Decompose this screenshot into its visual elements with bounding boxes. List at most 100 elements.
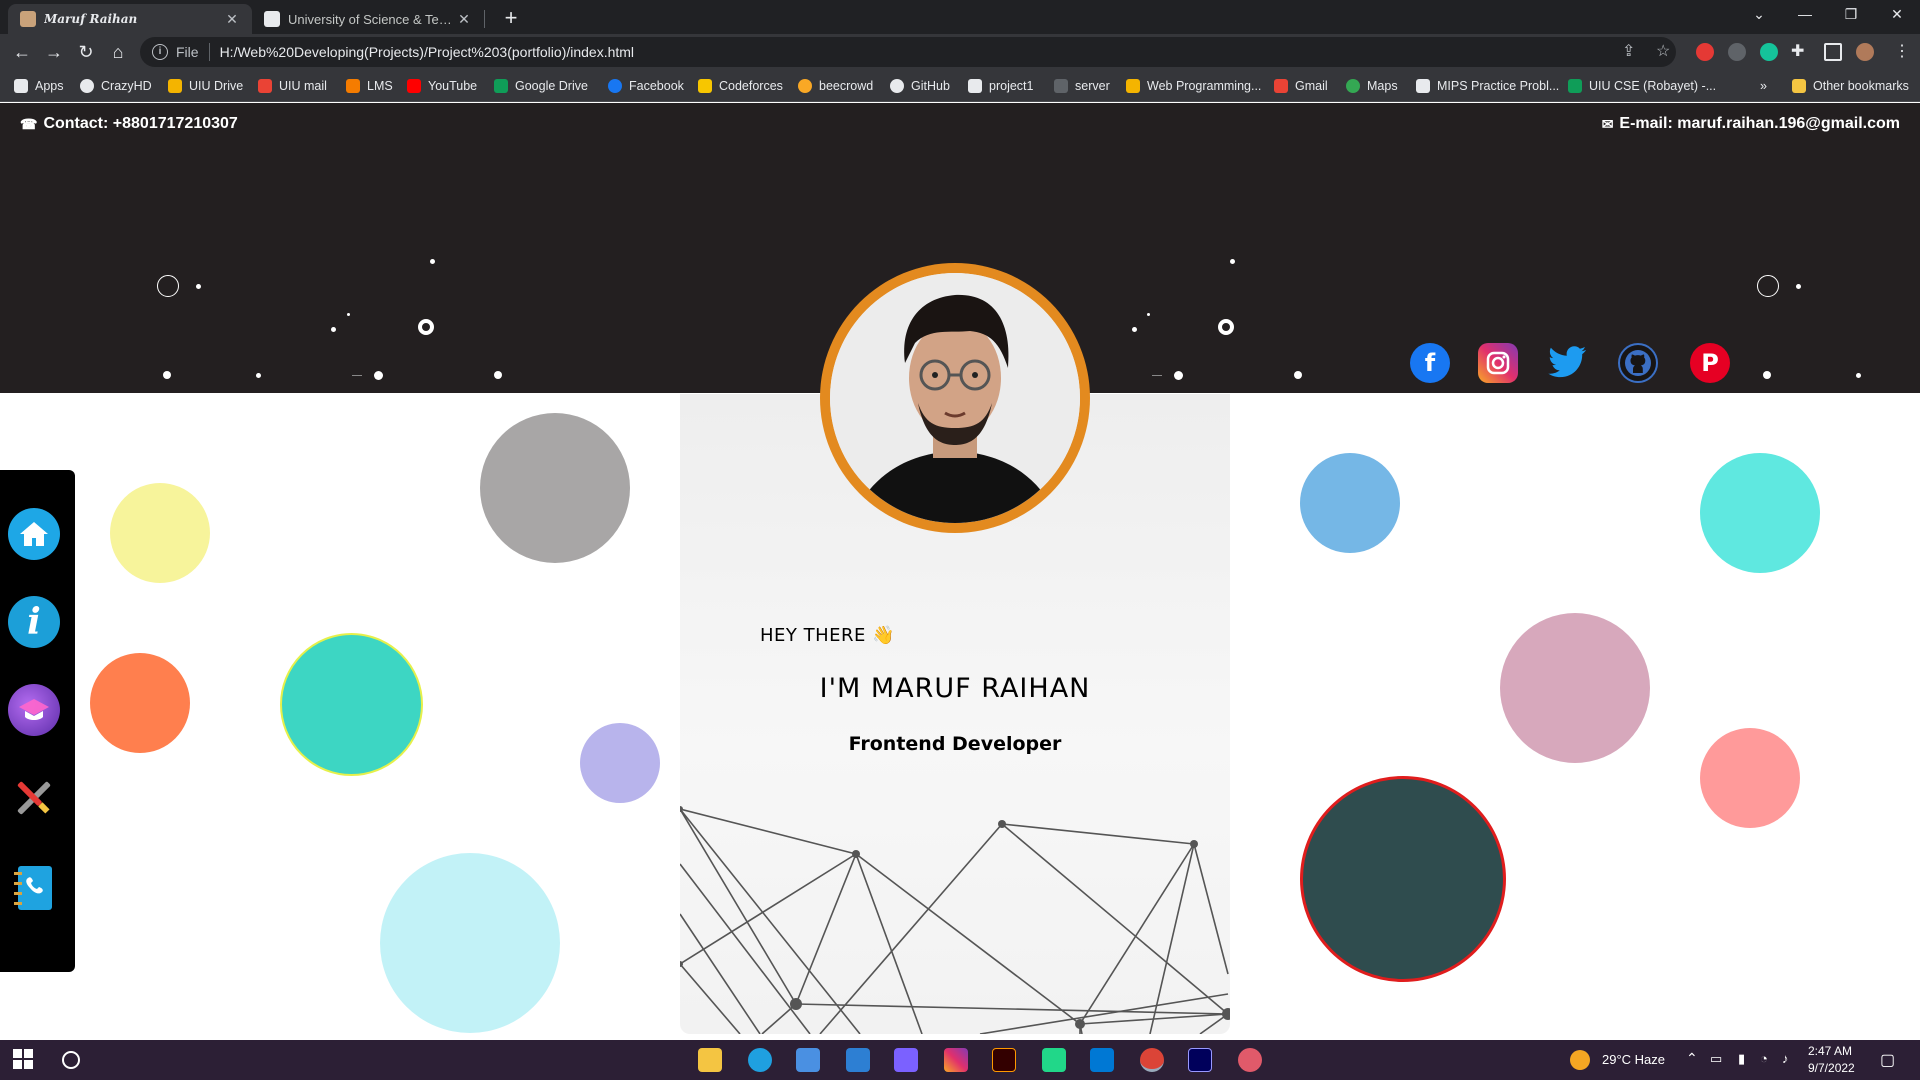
bookmark-codeforces[interactable]: Codeforces (698, 77, 783, 95)
pycharm-icon[interactable] (1042, 1048, 1066, 1072)
extension-pen-icon[interactable] (1728, 43, 1746, 61)
extension-red-icon[interactable] (1696, 43, 1714, 61)
bookmark-label: Facebook (629, 79, 684, 93)
bookmarks-overflow-button[interactable]: » (1760, 77, 1767, 95)
graduation-icon[interactable] (8, 684, 60, 736)
wifi-icon[interactable]: ◔ (1760, 1051, 1768, 1066)
notion-icon (1416, 79, 1430, 93)
lms-icon (346, 79, 360, 93)
tab-maruf-raihan[interactable]: Maruf Raihan ✕ (8, 4, 252, 34)
bookmark-youtube[interactable]: YouTube (407, 77, 477, 95)
close-tab-icon[interactable]: ✕ (456, 11, 472, 28)
side-panel-icon[interactable] (1824, 43, 1842, 61)
mail-app-icon[interactable] (846, 1048, 870, 1072)
bookmark-gmail[interactable]: Gmail (1274, 77, 1328, 95)
instagram-app-icon[interactable] (944, 1048, 968, 1072)
greeting-text: HEY THERE (760, 625, 866, 646)
clock-time[interactable]: 2:47 AM (1808, 1044, 1852, 1058)
grammarly-icon[interactable] (1760, 43, 1778, 61)
github-icon[interactable] (1618, 343, 1658, 383)
back-button[interactable]: ← (10, 40, 34, 64)
gmail-icon (1274, 79, 1288, 93)
bookmark-mips[interactable]: MIPS Practice Probl... (1416, 77, 1559, 95)
bookmark-label: YouTube (428, 79, 478, 93)
minimize-button[interactable]: — (1782, 0, 1828, 30)
server-icon (1054, 79, 1068, 93)
particle-ring (157, 275, 179, 297)
volume-icon[interactable]: ♪ (1782, 1051, 1789, 1066)
home-button[interactable]: ⌂ (106, 40, 130, 64)
bookmark-uiu-drive[interactable]: UIU Drive (168, 77, 243, 95)
bookmark-project1[interactable]: project1 (968, 77, 1033, 95)
profile-avatar[interactable] (1856, 43, 1874, 61)
menu-kebab-icon[interactable]: ⋮ (1894, 41, 1910, 61)
bookmark-apps[interactable]: Apps (14, 77, 64, 95)
bookmark-crazyhd[interactable]: CrazyHD (80, 77, 152, 95)
close-tab-icon[interactable]: ✕ (224, 11, 240, 28)
particle-dot (1763, 371, 1771, 379)
chrome-icon[interactable] (1140, 1048, 1164, 1072)
tab-university[interactable]: University of Science & Technolo ✕ (252, 4, 484, 34)
new-tab-button[interactable]: + (498, 6, 524, 32)
share-icon[interactable]: ⇪ (1622, 41, 1635, 61)
weather-text[interactable]: 29°C Haze (1602, 1052, 1665, 1067)
tray-chevron-icon[interactable]: ⌃ (1686, 1050, 1698, 1067)
facebook-icon[interactable]: f (1410, 343, 1450, 383)
weather-icon[interactable] (1570, 1050, 1590, 1070)
premiere-icon[interactable] (1188, 1048, 1212, 1072)
bookmark-star-icon[interactable]: ☆ (1656, 41, 1670, 61)
github-icon (890, 79, 904, 93)
bookmark-beecrowd[interactable]: beecrowd (798, 77, 873, 95)
bookmark-uiu-cse[interactable]: UIU CSE (Robayet) -... (1568, 77, 1716, 95)
extensions-puzzle-icon[interactable]: ✚ (1791, 41, 1804, 61)
address-bar[interactable]: i File H:/Web%20Developing(Projects)/Pro… (140, 37, 1676, 67)
bookmark-maps[interactable]: Maps (1346, 77, 1398, 95)
other-bookmarks[interactable]: Other bookmarks (1792, 77, 1909, 95)
bookmark-label: MIPS Practice Probl... (1437, 79, 1560, 93)
instagram-icon[interactable] (1478, 343, 1518, 383)
bookmark-google-drive[interactable]: Google Drive (494, 77, 588, 95)
portrait-illustration (830, 273, 1080, 523)
windows-taskbar: 29°C Haze ⌃ ▭ ▮ ◔ ♪ 2:47 AM 9/7/2022 ▢ (0, 1040, 1920, 1080)
app-icon[interactable] (1238, 1048, 1262, 1072)
reload-button[interactable]: ↻ (74, 40, 98, 64)
info-icon[interactable]: i (8, 596, 60, 648)
bookmark-server[interactable]: server (1054, 77, 1110, 95)
particle-dot (1230, 259, 1235, 264)
file-explorer-icon[interactable] (698, 1048, 722, 1072)
cortana-search-icon[interactable] (62, 1051, 80, 1069)
profile-photo (830, 273, 1080, 523)
site-info-icon[interactable]: i (152, 44, 168, 60)
bookmark-uiu-mail[interactable]: UIU mail (258, 77, 327, 95)
forward-button[interactable]: → (42, 40, 66, 64)
particle-dot (256, 373, 261, 378)
tools-icon[interactable] (8, 772, 60, 824)
bookmark-facebook[interactable]: Facebook (608, 77, 684, 95)
network-icon[interactable]: ▭ (1710, 1051, 1722, 1067)
decorative-bubble (1700, 728, 1800, 828)
contact-book-icon[interactable] (8, 862, 60, 914)
clock-date[interactable]: 9/7/2022 (1808, 1061, 1855, 1075)
restore-button[interactable]: ❐ (1828, 0, 1874, 30)
tab-search-chevron-icon[interactable]: ⌄ (1736, 0, 1782, 30)
store-icon[interactable] (796, 1048, 820, 1072)
notification-icon[interactable]: ▢ (1880, 1050, 1895, 1070)
profile-avatar (820, 263, 1090, 533)
edge-icon[interactable] (748, 1048, 772, 1072)
app-cube-icon[interactable] (894, 1048, 918, 1072)
email-info: ✉ E-mail: maruf.raihan.196@gmail.com (1602, 115, 1900, 133)
vscode-icon[interactable] (1090, 1048, 1114, 1072)
battery-icon[interactable]: ▮ (1738, 1051, 1745, 1067)
bookmark-github[interactable]: GitHub (890, 77, 950, 95)
bookmark-label: project1 (989, 79, 1034, 93)
particle-dash (1152, 375, 1162, 376)
gmail-icon (258, 79, 272, 93)
bookmark-lms[interactable]: LMS (346, 77, 393, 95)
pinterest-icon[interactable]: P (1690, 343, 1730, 383)
close-window-button[interactable]: ✕ (1874, 0, 1920, 30)
windows-start-icon[interactable] (12, 1048, 36, 1072)
twitter-icon[interactable] (1548, 343, 1588, 383)
illustrator-icon[interactable] (992, 1048, 1016, 1072)
bookmark-web-programming[interactable]: Web Programming... (1126, 77, 1261, 95)
home-icon[interactable] (8, 508, 60, 560)
